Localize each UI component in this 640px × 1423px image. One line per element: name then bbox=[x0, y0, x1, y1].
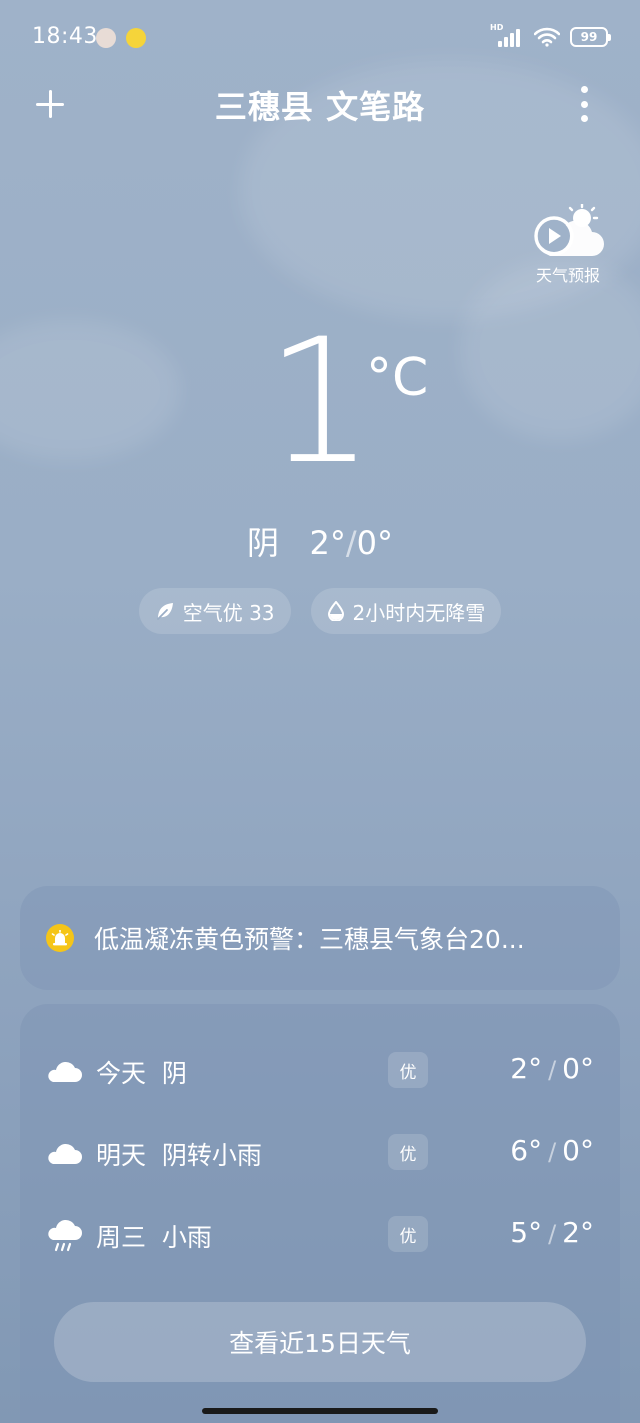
forecast-day-label: 周三 小雨 bbox=[96, 1223, 212, 1252]
signal-icon: HD bbox=[490, 23, 524, 49]
battery-icon: 99 bbox=[570, 27, 611, 47]
weather-alert-card[interactable]: 低温凝冻黄色预警：三穗县气象台20... bbox=[20, 886, 620, 990]
forecast-temp-range: 6°/0° bbox=[510, 1134, 594, 1167]
precipitation-text: 2小时内无降雪 bbox=[352, 600, 486, 625]
forecast-temp-range: 5°/2° bbox=[510, 1216, 594, 1249]
home-indicator[interactable] bbox=[202, 1408, 438, 1414]
status-time: 18:43 bbox=[32, 24, 98, 49]
cloud-icon bbox=[48, 1061, 82, 1082]
forecast-day-label: 今天 阴 bbox=[96, 1059, 187, 1088]
water-drop-icon bbox=[327, 601, 344, 621]
forecast-row-tomorrow[interactable]: 明天 阴转小雨 优 6°/0° bbox=[20, 1122, 620, 1182]
play-sun-cloud-icon bbox=[534, 204, 604, 256]
daily-forecast-card: 今天 阴 优 2°/0° 明天 阴转小雨 优 6°/0° 周三 小雨 优 5° /… bbox=[20, 1004, 620, 1423]
air-quality-text: 空气优 33 bbox=[182, 600, 275, 625]
leaf-icon bbox=[156, 603, 173, 620]
precipitation-chip[interactable]: 2小时内无降雪 bbox=[310, 588, 502, 634]
condition-text: 阴 bbox=[246, 524, 279, 562]
forecast-temp-range: 2°/0° bbox=[510, 1052, 594, 1085]
forecast-row-today[interactable]: 今天 阴 优 2°/0° bbox=[20, 1040, 620, 1100]
aqi-badge: 优 bbox=[388, 1052, 428, 1088]
forecast-video-label: 天气预报 bbox=[535, 266, 600, 285]
app-notification-icon bbox=[126, 28, 146, 48]
location-title[interactable]: 三穗县 文笔路 bbox=[0, 82, 640, 128]
condition-summary: 阴 2°/0° bbox=[246, 524, 394, 562]
aqi-badge: 优 bbox=[388, 1134, 428, 1170]
aqi-badge: 优 bbox=[388, 1216, 428, 1252]
temperature-unit: °C bbox=[366, 348, 429, 408]
today-low: 0° bbox=[356, 524, 394, 562]
forecast-day-label: 明天 阴转小雨 bbox=[96, 1141, 262, 1170]
cloud-icon bbox=[48, 1143, 82, 1164]
forecast-row-wednesday[interactable]: 周三 小雨 优 5°/2° bbox=[20, 1204, 620, 1264]
current-temperature: 1 °C bbox=[0, 316, 640, 506]
more-options-icon[interactable] bbox=[580, 86, 588, 122]
status-bar: 18:43 HD 99 bbox=[0, 0, 640, 72]
alert-text: 低温凝冻黄色预警：三穗县气象台20... bbox=[94, 925, 525, 954]
wifi-icon bbox=[534, 27, 560, 47]
air-quality-chip[interactable]: 空气优 33 bbox=[138, 588, 291, 634]
rain-cloud-icon bbox=[48, 1219, 82, 1252]
today-high: 2° bbox=[309, 524, 346, 562]
alert-siren-icon bbox=[46, 924, 74, 952]
view-15-day-forecast-button[interactable]: 查看近15日天气 bbox=[54, 1302, 586, 1382]
header: 三穗县 文笔路 bbox=[0, 72, 640, 136]
app-notification-icon bbox=[96, 28, 116, 48]
forecast-video-button[interactable]: 天气预报 bbox=[530, 204, 606, 286]
